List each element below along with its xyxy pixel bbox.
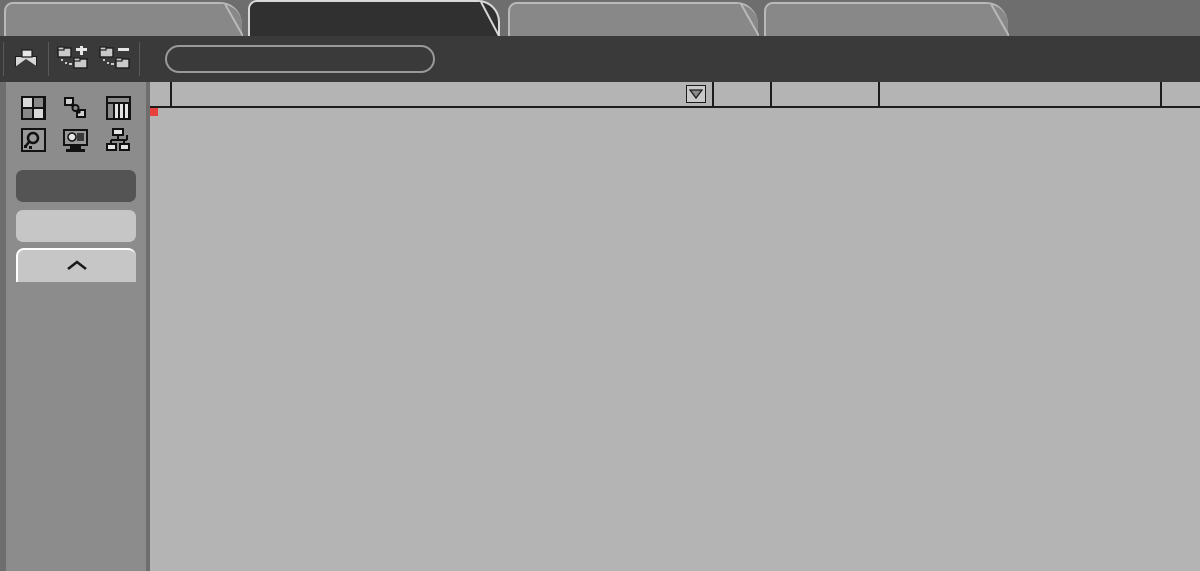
grid-table-button[interactable] (99, 94, 138, 122)
tab-character-setup[interactable] (508, 2, 759, 36)
render-view-icon (63, 129, 89, 152)
level-manager-window (0, 0, 1200, 571)
column-header-handle (150, 82, 172, 106)
toolbar (0, 36, 1200, 82)
remove-group-icon (99, 46, 130, 69)
column-header-activate[interactable] (880, 82, 1162, 106)
tab-bar (0, 0, 1200, 36)
layout-panels-button[interactable] (14, 94, 53, 122)
add-group-button[interactable] (52, 42, 94, 76)
set-ic-for-selected-button[interactable] (165, 45, 435, 73)
tab-level-manager[interactable] (248, 0, 500, 36)
annotation-highlight-box (150, 108, 158, 116)
tab-schematic[interactable] (4, 2, 243, 36)
sort-descending-button[interactable] (686, 85, 706, 103)
tab-edge-shape (473, 2, 499, 36)
remove-group-button[interactable] (94, 42, 136, 76)
hierarchy-tree-icon (106, 128, 131, 151)
chevron-up-icon (67, 260, 87, 271)
link-nodes-button[interactable] (57, 94, 96, 122)
toolbar-divider (48, 42, 49, 76)
sort-descending-icon (689, 89, 703, 100)
level-tree-table (150, 82, 1200, 571)
open-level-button[interactable] (7, 42, 45, 76)
tab-material-setup[interactable] (764, 2, 1009, 36)
grid-table-icon (106, 96, 132, 120)
column-header-name[interactable] (172, 82, 714, 106)
render-view-button[interactable] (57, 126, 96, 154)
tab-edge-shape (733, 4, 759, 36)
panel-icon-grid (6, 82, 146, 160)
tab-edge-shape (217, 4, 243, 36)
left-panel (0, 82, 150, 571)
toolbar-divider (3, 42, 4, 76)
open-level-icon (15, 49, 38, 67)
add-group-icon (57, 46, 88, 69)
zoom-preview-button[interactable] (14, 126, 53, 154)
collapse-panel-button[interactable] (16, 248, 136, 282)
zoom-preview-icon (20, 128, 46, 152)
layout-panels-icon (20, 96, 46, 120)
scene-view-button[interactable] (16, 210, 136, 242)
tab-edge-shape (983, 4, 1009, 36)
column-header-ic[interactable] (714, 82, 772, 106)
hierarchy-tree-button[interactable] (99, 126, 138, 154)
link-nodes-icon (64, 97, 87, 118)
level-view-button[interactable] (16, 170, 136, 202)
toolbar-divider (139, 42, 140, 76)
column-header-visible[interactable] (772, 82, 880, 106)
column-header-extra (1162, 82, 1200, 106)
table-header-row (150, 82, 1200, 108)
